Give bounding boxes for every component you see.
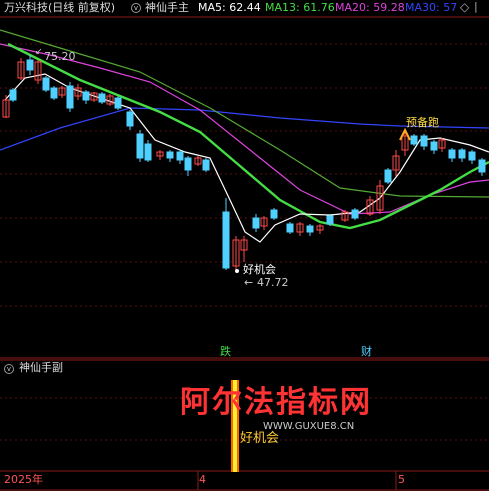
high-price-label: 75.20	[44, 50, 76, 63]
watermark-url: WWW.GUXUE8.CN	[263, 421, 355, 432]
candle-body	[126, 111, 134, 127]
candle-body	[468, 151, 476, 161]
candle-body	[176, 151, 184, 161]
candle-body	[166, 151, 174, 159]
buy-signal-label: 好机会	[243, 263, 276, 276]
candle-body	[286, 223, 294, 233]
candle-body	[448, 149, 456, 159]
candle-body	[222, 211, 230, 269]
candle-body	[458, 149, 466, 159]
high-arrow-icon: ↙	[35, 47, 43, 57]
candle-body	[270, 209, 278, 219]
ma5-readout: MA5: 62.44	[198, 1, 261, 14]
low-signal-dot	[235, 269, 239, 273]
sub-indicator-name[interactable]: 神仙手副	[19, 361, 63, 375]
low-arrow-icon: ←	[244, 276, 254, 289]
candle-body	[410, 135, 418, 145]
candle-body	[82, 91, 90, 101]
stock-title: 万兴科技(日线 前复权)	[4, 1, 116, 14]
marker-cai: 财	[361, 345, 372, 358]
candle-body	[478, 159, 486, 173]
ready-signal-label: 预备跑	[406, 116, 439, 129]
candle-body	[252, 217, 260, 229]
marker-die: 跌	[220, 345, 231, 358]
candle-body	[144, 143, 152, 161]
candle-body	[114, 97, 122, 109]
time-label-april: 4	[199, 473, 206, 486]
ma20-readout: MA20: 59.28	[335, 1, 405, 14]
sub-signal-label: 好机会	[240, 431, 280, 446]
watermark-text: 阿尔法指标网	[180, 385, 372, 420]
candle-body	[184, 157, 192, 171]
low-price-label: 47.72	[257, 276, 289, 289]
candle-body	[351, 209, 359, 219]
sub-dropdown-chevron-icon[interactable]: v	[4, 364, 14, 374]
candle-body	[202, 159, 210, 171]
candle-body	[66, 85, 74, 109]
menu-icon[interactable]: |	[474, 0, 478, 14]
indicator-name[interactable]: 神仙手主	[145, 1, 189, 15]
candle-body	[42, 77, 50, 91]
candle-body	[50, 87, 58, 99]
candle-body	[384, 169, 392, 183]
candle-body	[26, 59, 34, 71]
stock-chart-window: 万兴科技(日线 前复权) v 神仙手主 MA5: 62.44 MA13: 61.…	[0, 0, 489, 491]
candle-body	[136, 133, 144, 159]
candle-body	[430, 141, 438, 151]
candle-body	[9, 89, 17, 101]
ma30-readout: MA30: 57	[405, 1, 458, 14]
dropdown-chevron-icon[interactable]: v	[131, 3, 141, 13]
candle-body	[420, 135, 428, 147]
time-label-year: 2025年	[4, 473, 43, 486]
candle-body	[98, 93, 106, 103]
candle-body	[306, 225, 314, 233]
collapse-diamond-icon[interactable]: ◇	[460, 0, 469, 14]
candle-body	[326, 215, 334, 225]
time-label-may: 5	[398, 473, 405, 486]
ma13-readout: MA13: 61.76	[265, 1, 335, 14]
